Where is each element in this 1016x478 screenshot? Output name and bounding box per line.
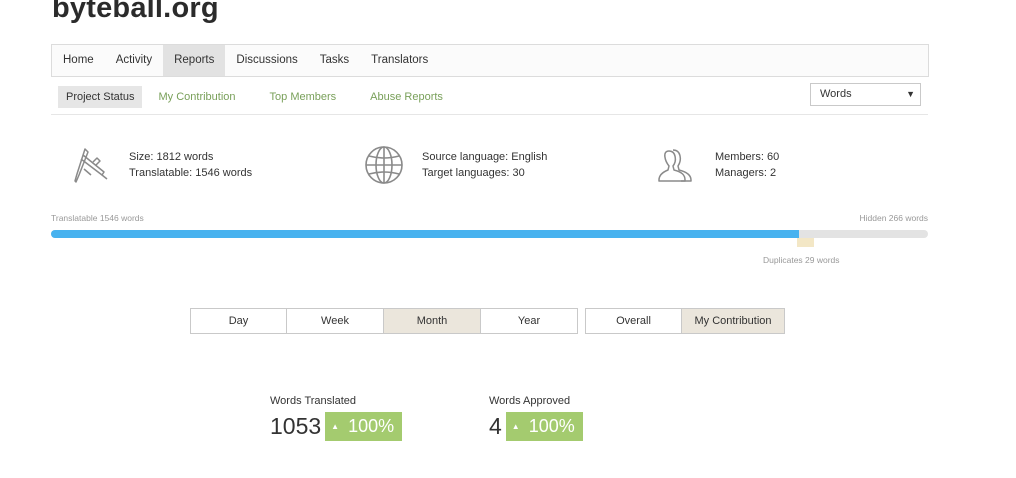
translatable-label: Translatable 1546 words	[51, 213, 144, 223]
words-approved-label: Words Approved	[489, 395, 571, 407]
subnav-abuse-reports[interactable]: Abuse Reports	[362, 86, 451, 108]
tab-tasks[interactable]: Tasks	[309, 45, 360, 76]
words-translated-change-badge: ▲ 100%	[325, 412, 403, 441]
reports-subnav: Project Status My Contribution Top Membe…	[51, 80, 928, 115]
duplicates-label: Duplicates 29 words	[763, 255, 840, 265]
top-navigation: Home Activity Reports Discussions Tasks …	[51, 44, 929, 77]
words-translated-change: 100%	[348, 416, 395, 436]
managers-line: Managers: 2	[715, 167, 777, 179]
words-approved-metric: Words Approved 4 ▲ 100%	[489, 395, 583, 441]
duplicates-marker	[797, 238, 814, 247]
words-approved-change-badge: ▲ 100%	[505, 412, 583, 441]
hidden-label: Hidden 266 words	[859, 213, 928, 223]
words-approved-change: 100%	[528, 416, 575, 436]
unit-select-value: Words	[820, 88, 852, 100]
scope-overall-button[interactable]: Overall	[585, 308, 682, 334]
size-stats: Size: 1812 words Translatable: 1546 word…	[71, 145, 252, 185]
members-icon	[658, 149, 692, 182]
words-translated-metric: Words Translated 1053 ▲ 100%	[270, 395, 403, 441]
tab-translators[interactable]: Translators	[360, 45, 439, 76]
language-stats: Source language: English Target language…	[364, 145, 547, 185]
period-year-button[interactable]: Year	[480, 308, 578, 334]
arrow-up-icon: ▲	[331, 422, 340, 431]
subnav-project-status[interactable]: Project Status	[58, 86, 143, 108]
words-translated-label: Words Translated	[270, 395, 357, 407]
tab-discussions[interactable]: Discussions	[225, 45, 308, 76]
globe-icon	[365, 146, 403, 184]
words-approved-value: 4	[489, 413, 502, 439]
scope-my-contribution-button[interactable]: My Contribution	[681, 308, 785, 334]
progress-track	[51, 230, 928, 238]
chevron-down-icon: ▼	[906, 89, 915, 99]
members-line: Members: 60	[715, 151, 780, 163]
tab-activity[interactable]: Activity	[105, 45, 163, 76]
arrow-up-icon: ▲	[511, 422, 520, 431]
tab-reports[interactable]: Reports	[163, 45, 226, 76]
calipers-icon	[74, 148, 108, 183]
period-week-button[interactable]: Week	[286, 308, 384, 334]
source-language-line: Source language: English	[422, 151, 548, 163]
period-month-button[interactable]: Month	[383, 308, 481, 334]
scope-selector: Overall My Contribution	[585, 308, 785, 334]
member-stats: Members: 60 Managers: 2	[657, 145, 779, 185]
translatable-line: Translatable: 1546 words	[129, 167, 253, 179]
tab-home[interactable]: Home	[52, 45, 105, 76]
size-line: Size: 1812 words	[129, 151, 214, 163]
progress-fill	[51, 230, 800, 238]
subnav-top-members[interactable]: Top Members	[262, 86, 345, 108]
period-day-button[interactable]: Day	[190, 308, 287, 334]
unit-select[interactable]: Words ▼	[810, 83, 921, 106]
words-translated-value: 1053	[270, 413, 322, 439]
target-languages-line: Target languages: 30	[422, 167, 525, 179]
period-selector: Day Week Month Year	[190, 308, 578, 334]
subnav-my-contribution[interactable]: My Contribution	[150, 86, 243, 108]
project-title: byteball.org	[52, 0, 219, 24]
